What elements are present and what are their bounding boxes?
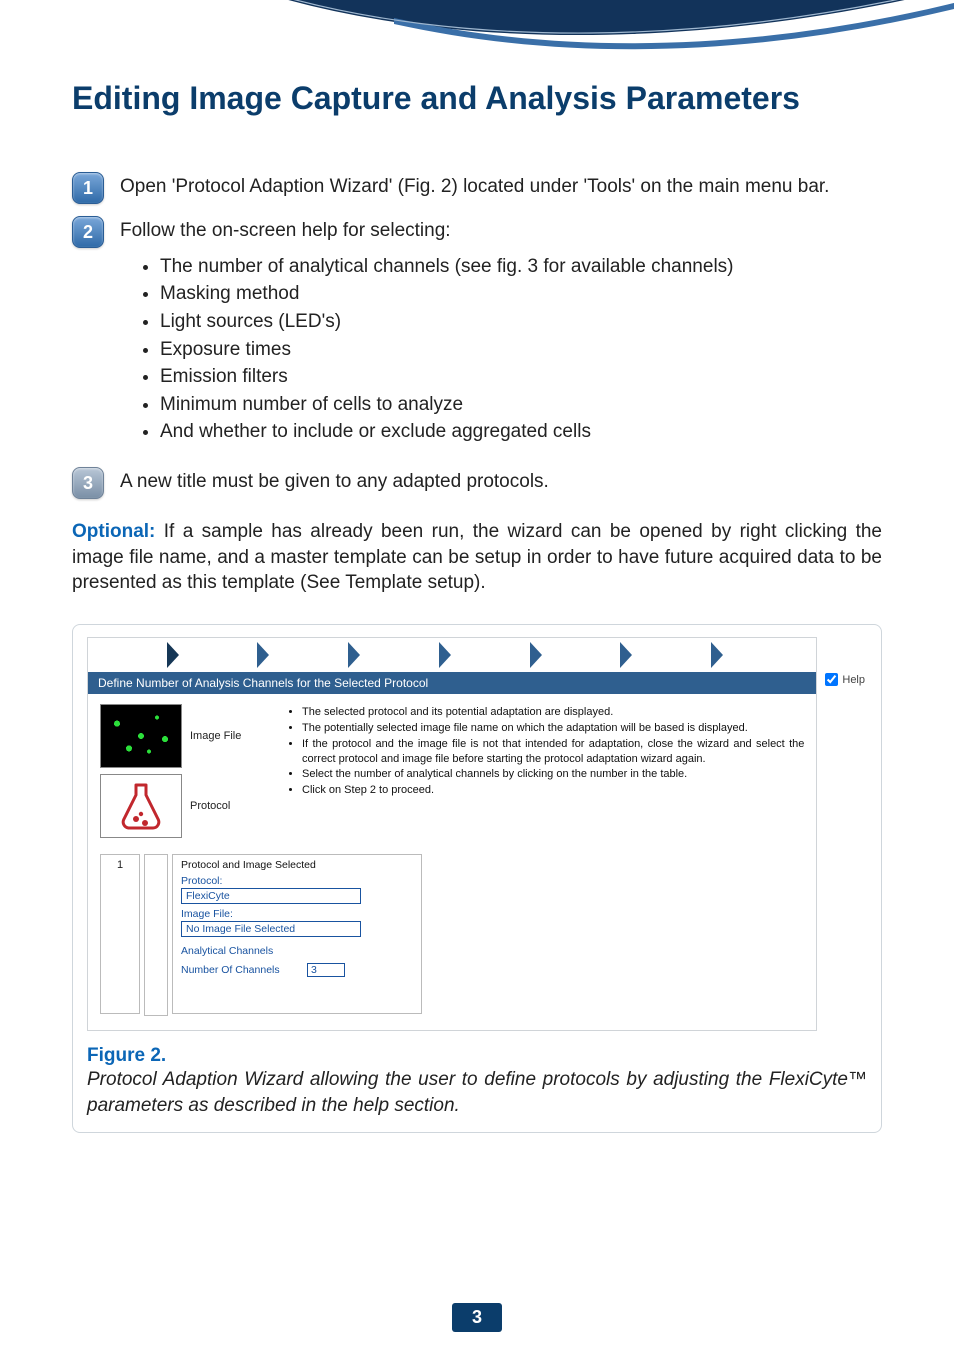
list-item: Minimum number of cells to analyze <box>160 392 882 418</box>
help-checkbox[interactable]: Help <box>825 673 865 686</box>
list-item: Select the number of analytical channels… <box>302 767 804 782</box>
wizard-help-list: The selected protocol and its potential … <box>286 704 804 844</box>
list-item: Light sources (LED's) <box>160 309 882 335</box>
list-item: Exposure times <box>160 337 882 363</box>
step-row-2: 2 Follow the on-screen help for selectin… <box>72 216 882 455</box>
protocol-field-label: Protocol: <box>181 875 413 887</box>
wizard-step-3[interactable]: Step 3 <box>273 642 348 668</box>
step-badge-1: 1 <box>72 172 104 204</box>
optional-paragraph: Optional: If a sample has already been r… <box>72 519 882 596</box>
optional-label: Optional: <box>72 521 155 542</box>
step-row-1: 1 Open 'Protocol Adaption Wizard' (Fig. … <box>72 172 882 204</box>
wizard-step-1[interactable]: Step 1 <box>92 642 167 668</box>
step-2-intro: Follow the on-screen help for selecting: <box>120 220 451 241</box>
channels-field-value[interactable]: 3 <box>307 963 345 977</box>
list-item: The selected protocol and its potential … <box>302 705 804 720</box>
wizard-subtitle-bar: Define Number of Analysis Channels for t… <box>88 672 816 694</box>
protocol-label: Protocol <box>190 800 230 812</box>
figure-caption: Figure 2. Protocol Adaption Wizard allow… <box>87 1045 867 1118</box>
figure-label: Figure 2 <box>87 1045 161 1066</box>
wizard-row-number: 1 <box>100 854 140 1014</box>
imagefile-field-value[interactable]: No Image File Selected <box>181 921 361 937</box>
wizard-step-4[interactable]: Step 4 <box>364 642 439 668</box>
list-item: The potentially selected image file name… <box>302 721 804 736</box>
figure-label-dot: . <box>161 1045 166 1066</box>
step-text-2: Follow the on-screen help for selecting:… <box>120 216 882 455</box>
wizard-selection-panel: Protocol and Image Selected Protocol: Fl… <box>172 854 422 1014</box>
step-2-list: The number of analytical channels (see f… <box>160 254 882 445</box>
wizard-steps-bar: Step 1 Step 2 Step 3 Step 4 Step 5 Step … <box>88 638 816 672</box>
wizard-thumb-column: Image File Protocol <box>100 704 270 844</box>
page-number: 3 <box>452 1303 502 1332</box>
step-text-3: A new title must be given to any adapted… <box>120 467 882 495</box>
list-item: Click on Step 2 to proceed. <box>302 783 804 798</box>
flask-icon <box>118 781 164 831</box>
step-badge-3: 3 <box>72 467 104 499</box>
list-item: Emission filters <box>160 364 882 390</box>
step-row-3: 3 A new title must be given to any adapt… <box>72 467 882 499</box>
wizard-subtitle: Define Number of Analysis Channels for t… <box>98 676 428 690</box>
image-file-label: Image File <box>190 730 241 742</box>
wizard-step-6[interactable]: Step 6 <box>546 642 621 668</box>
optional-text: If a sample has already been run, the wi… <box>72 521 882 593</box>
step-badge-2: 2 <box>72 216 104 248</box>
list-item: Masking method <box>160 281 882 307</box>
protocol-field-value[interactable]: FlexiCyte <box>181 888 361 904</box>
figure-text: Protocol Adaption Wizard allowing the us… <box>87 1067 867 1118</box>
channels-section-label: Analytical Channels <box>181 945 413 957</box>
image-file-thumbnail <box>100 704 182 768</box>
list-item: The number of analytical channels (see f… <box>160 254 882 280</box>
channels-field-label: Number Of Channels <box>181 964 301 976</box>
figure-box: Step 1 Step 2 Step 3 Step 4 Step 5 Step … <box>72 624 882 1133</box>
wizard-step-2[interactable]: Step 2 <box>183 642 258 668</box>
protocol-thumbnail <box>100 774 182 838</box>
header-swoosh <box>274 0 954 100</box>
help-checkbox-input[interactable] <box>825 673 838 686</box>
step-text-1: Open 'Protocol Adaption Wizard' (Fig. 2)… <box>120 172 882 200</box>
list-item: If the protocol and the image file is no… <box>302 737 804 767</box>
panel-header: Protocol and Image Selected <box>181 859 413 871</box>
imagefile-field-label: Image File: <box>181 908 413 920</box>
list-item: And whether to include or exclude aggreg… <box>160 419 882 445</box>
wizard-screenshot: Step 1 Step 2 Step 3 Step 4 Step 5 Step … <box>87 637 817 1031</box>
wizard-spacer-col <box>144 854 168 1016</box>
help-checkbox-label: Help <box>842 674 865 686</box>
wizard-step-5[interactable]: Step 5 <box>455 642 530 668</box>
wizard-lower-panel: 1 Protocol and Image Selected Protocol: … <box>88 850 816 1030</box>
wizard-step-7[interactable]: Step 7 <box>636 642 711 668</box>
